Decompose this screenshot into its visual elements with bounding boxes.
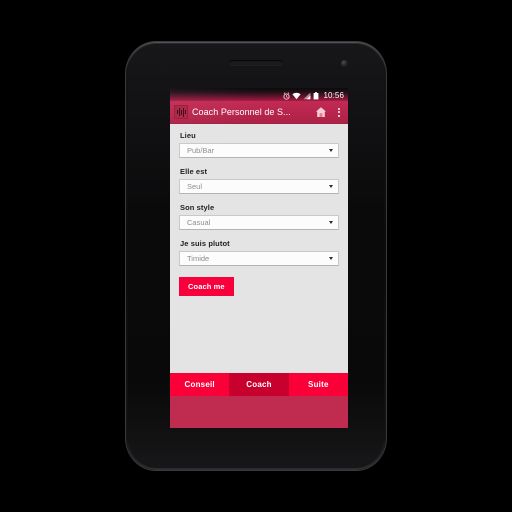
wifi-icon (292, 92, 302, 100)
proximity-sensor-icon (164, 62, 168, 66)
tab-coach[interactable]: Coach (229, 373, 289, 396)
signal-icon (303, 92, 311, 100)
coach-me-button[interactable]: Coach me (179, 277, 234, 296)
field-label-lieu: Lieu (180, 131, 196, 140)
equalizer-app-icon (174, 105, 188, 119)
action-bar: Coach Personnel de S... (170, 101, 348, 124)
spinner-lieu[interactable]: Pub/Bar (179, 143, 339, 158)
field-label-je-suis-plutot: Je suis plutot (180, 239, 230, 248)
home-icon (315, 107, 326, 117)
spinner-value-je-suis-plutot: Timide (187, 254, 210, 263)
status-bar: 10:56 (170, 88, 348, 101)
overflow-dot (337, 107, 340, 110)
bottom-tab-bar: Conseil Coach Suite (170, 373, 348, 396)
battery-icon (313, 91, 319, 100)
field-label-elle-est: Elle est (180, 167, 208, 176)
chevron-down-icon (329, 221, 333, 224)
chevron-down-icon (329, 257, 333, 260)
phone-body: 10:56 Coach Personnel de S... Lieu Pub/B… (128, 44, 384, 468)
field-label-son-style: Son style (180, 203, 215, 212)
overflow-dot (337, 114, 340, 117)
spinner-elle-est[interactable]: Seul (179, 179, 339, 194)
form-content: Lieu Pub/Bar Elle est Seul Son style Cas… (170, 124, 348, 373)
device-chin (241, 449, 271, 454)
spinner-value-lieu: Pub/Bar (187, 146, 215, 155)
spinner-value-elle-est: Seul (187, 182, 203, 191)
app-title: Coach Personnel de S... (192, 106, 291, 117)
spinner-je-suis-plutot[interactable]: Timide (179, 251, 339, 266)
phone-device: 10:56 Coach Personnel de S... Lieu Pub/B… (126, 42, 386, 470)
status-bar-icons: 10:56 (283, 90, 344, 101)
overflow-menu-button[interactable] (333, 103, 344, 122)
alarm-icon (283, 91, 291, 100)
home-action-button[interactable] (312, 103, 329, 122)
overflow-dot (337, 111, 340, 113)
tab-suite[interactable]: Suite (288, 373, 348, 396)
screen-filler-area (170, 396, 348, 428)
chevron-down-icon (329, 149, 333, 152)
phone-screen: 10:56 Coach Personnel de S... Lieu Pub/B… (170, 88, 348, 428)
front-camera-icon (341, 60, 348, 67)
earpiece-speaker (229, 60, 283, 65)
screenshot-canvas: 10:56 Coach Personnel de S... Lieu Pub/B… (0, 0, 512, 512)
chevron-down-icon (329, 185, 333, 188)
spinner-son-style[interactable]: Casual (179, 215, 339, 230)
status-bar-clock: 10:56 (323, 90, 344, 100)
tab-conseil[interactable]: Conseil (170, 373, 230, 396)
spinner-value-son-style: Casual (187, 218, 211, 227)
